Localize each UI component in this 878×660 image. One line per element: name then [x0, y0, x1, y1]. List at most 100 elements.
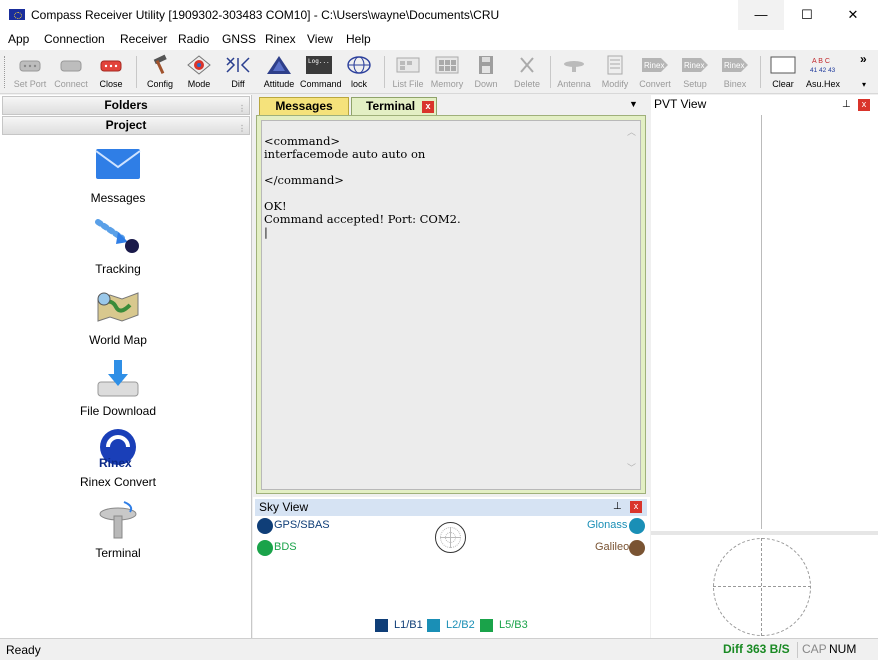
pvt-view-panel: PVT View ⊥ x: [651, 95, 878, 638]
project-item-file-download[interactable]: File Download: [40, 356, 196, 418]
window-title: Compass Receiver Utility [1909302-303483…: [31, 8, 500, 22]
terminal-scrollbar[interactable]: ︿ ﹀: [623, 121, 640, 489]
folders-header[interactable]: Folders ⋮: [2, 96, 250, 115]
memory-button[interactable]: Memory: [428, 54, 466, 92]
galileo-label: Galileo: [595, 541, 630, 553]
delete-x-icon: [520, 57, 534, 73]
scroll-down-icon[interactable]: ﹀: [627, 461, 636, 474]
status-ready: Ready: [6, 643, 41, 657]
connect-button[interactable]: Connect: [52, 54, 90, 92]
terminal-output[interactable]: <command> interfacemode auto auto on </c…: [261, 120, 641, 490]
project-item-world-map[interactable]: World Map: [40, 285, 196, 347]
toolbar-separator: [550, 56, 551, 88]
l2-b2-swatch-icon: [427, 619, 440, 632]
set-port-label: Set Port: [13, 79, 47, 89]
menu-view[interactable]: View: [307, 32, 333, 46]
diff-button[interactable]: Diff: [220, 54, 256, 92]
project-item-label: Rinex Convert: [79, 475, 157, 489]
antenna-button[interactable]: Antenna: [554, 54, 594, 92]
toolbar-grip[interactable]: [4, 56, 7, 88]
floppy-disk-icon: [479, 56, 493, 74]
memory-icon: [435, 56, 459, 74]
project-item-messages[interactable]: Messages: [40, 143, 196, 205]
modify-icon: [607, 55, 623, 75]
mode-icon: [187, 55, 211, 75]
tab-close-icon[interactable]: x: [422, 101, 434, 113]
rinex-convert-icon: Rinex: [99, 429, 136, 470]
lock-button[interactable]: lock: [340, 54, 378, 92]
l1-b1-label: L1/B1: [394, 619, 423, 631]
rinex-convert-button[interactable]: Rinex Convert: [634, 54, 676, 92]
asu-hex-icon-text: A B C: [812, 58, 830, 65]
l2-b2-label: L2/B2: [446, 619, 475, 631]
menu-connection[interactable]: Connection: [44, 32, 105, 46]
l1-b1-swatch-icon: [375, 619, 388, 632]
tab-list-dropdown-icon[interactable]: ▼: [629, 99, 638, 109]
toolbar-overflow-chevron-icon[interactable]: »: [860, 52, 867, 66]
menu-help[interactable]: Help: [346, 32, 371, 46]
config-button[interactable]: Config: [142, 54, 178, 92]
project-item-label: Messages: [90, 191, 146, 205]
close-port-label: Close: [99, 79, 123, 89]
status-caps-lock: CAP: [802, 642, 827, 656]
binex-label: Binex: [723, 79, 747, 89]
project-header[interactable]: Project ⋮: [2, 116, 250, 135]
grip-icon: ⋮: [238, 124, 246, 133]
pin-icon[interactable]: ⊥: [613, 501, 622, 512]
rinex-setup-icon: Rinex: [682, 58, 708, 72]
asu-hex-icon-text2: 41 42 43: [810, 67, 836, 74]
download-button[interactable]: Down: [468, 54, 504, 92]
scroll-up-icon[interactable]: ︿: [627, 125, 636, 138]
rinex-binex-button[interactable]: Rinex Binex: [716, 54, 754, 92]
project-item-rinex-convert[interactable]: Rinex Rinex Convert: [40, 427, 196, 489]
serial-port-icon: [19, 60, 41, 72]
clear-button[interactable]: Clear: [764, 54, 802, 92]
mode-label: Mode: [187, 79, 211, 89]
minimize-button[interactable]: —: [738, 0, 784, 30]
sky-view-close-icon[interactable]: x: [630, 501, 642, 513]
menu-app[interactable]: App: [8, 32, 29, 46]
toolbar-separator: [760, 56, 761, 88]
rinex-icon-text: Rinex: [724, 61, 744, 70]
pin-icon[interactable]: ⊥: [842, 99, 851, 110]
mode-button[interactable]: Mode: [180, 54, 218, 92]
list-file-button[interactable]: List File: [388, 54, 428, 92]
ascii-hex-icon: A B C 41 42 43: [810, 58, 836, 74]
tab-messages[interactable]: Messages: [259, 97, 349, 115]
menu-gnss[interactable]: GNSS: [222, 32, 256, 46]
tab-terminal[interactable]: Terminal x: [351, 97, 437, 115]
delete-button[interactable]: Delete: [508, 54, 546, 92]
close-window-button[interactable]: ✕: [830, 0, 876, 30]
rinex-icon-text: Rinex: [684, 61, 704, 70]
modify-button[interactable]: Modify: [596, 54, 634, 92]
toolbar-dropdown-icon[interactable]: ▾: [862, 80, 866, 89]
rinex-setup-button[interactable]: Rinex Setup: [676, 54, 714, 92]
sky-plot: [435, 522, 466, 553]
close-port-button[interactable]: Close: [92, 54, 130, 92]
project-item-tracking[interactable]: Tracking: [40, 214, 196, 276]
app-flag-icon: [9, 9, 25, 20]
maximize-button[interactable]: ☐: [784, 0, 830, 30]
pvt-splitter[interactable]: [651, 531, 878, 535]
set-port-button[interactable]: Set Port: [10, 54, 50, 92]
sky-view-title: Sky View: [259, 500, 309, 514]
menu-radio[interactable]: Radio: [178, 32, 209, 46]
title-bar: Compass Receiver Utility [1909302-303483…: [0, 0, 878, 30]
asu-hex-label: Asu.Hex: [805, 79, 840, 89]
download-label: Down: [474, 79, 498, 89]
menu-receiver[interactable]: Receiver: [120, 32, 167, 46]
l5-b3-label: L5/B3: [499, 619, 528, 631]
project-item-terminal[interactable]: Terminal: [40, 498, 196, 560]
diff-label: Diff: [231, 79, 245, 89]
setup-label: Setup: [683, 79, 707, 89]
menu-rinex[interactable]: Rinex: [265, 32, 296, 46]
envelope-icon: [95, 149, 141, 179]
pvt-view-close-icon[interactable]: x: [858, 99, 870, 111]
modify-label: Modify: [601, 79, 629, 89]
pvt-crosshair-vertical: [761, 538, 762, 636]
terminal-text: <command> interfacemode auto auto on </c…: [264, 134, 461, 239]
attitude-button[interactable]: Attitude: [258, 54, 300, 92]
asu-hex-button[interactable]: A B C 41 42 43 Asu.Hex: [804, 54, 842, 92]
command-button[interactable]: Log... Command: [300, 54, 342, 92]
project-item-label: Tracking: [95, 262, 141, 276]
